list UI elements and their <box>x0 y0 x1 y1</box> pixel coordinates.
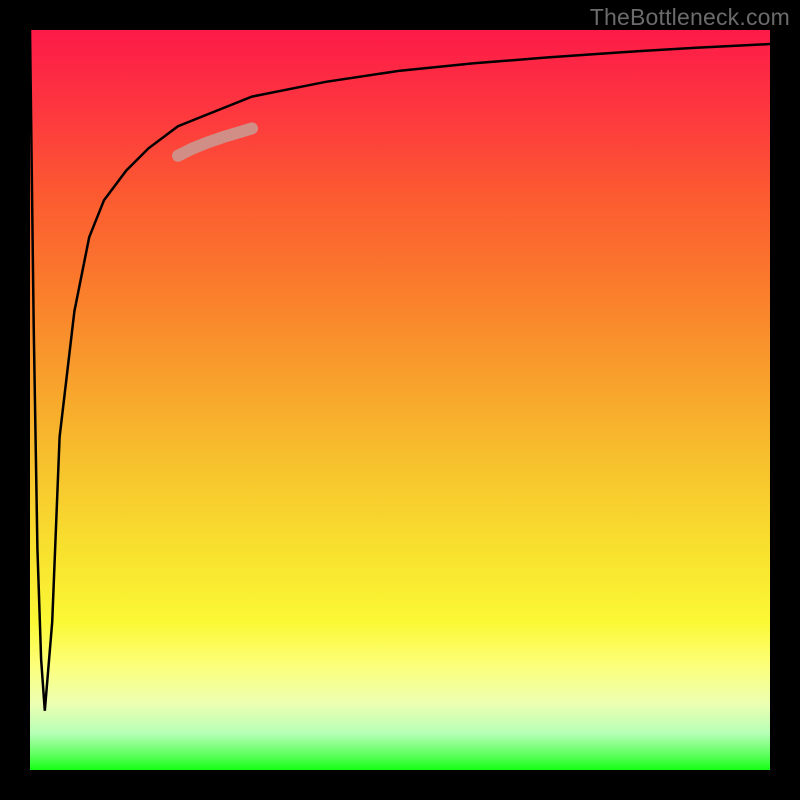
main-curve <box>30 30 770 711</box>
bottleneck-chart: TheBottleneck.com <box>0 0 800 800</box>
highlight-segment <box>178 128 252 155</box>
watermark-text: TheBottleneck.com <box>590 4 790 31</box>
curve-layer <box>30 30 770 770</box>
